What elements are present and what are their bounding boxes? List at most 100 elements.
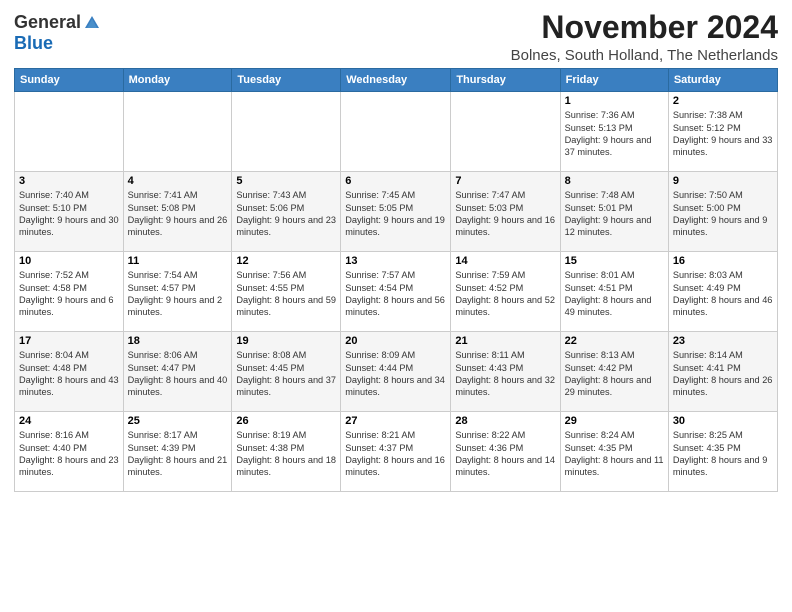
table-row: 26Sunrise: 8:19 AMSunset: 4:38 PMDayligh… — [232, 412, 341, 492]
calendar-week-row: 10 Sunrise: 7:52 AMSunset: 4:58 PMDayligh… — [15, 252, 778, 332]
logo-icon — [83, 14, 101, 32]
day-number: 12 — [236, 255, 336, 267]
day-number: 28 — [455, 415, 555, 427]
table-row: 24 Sunrise: 8:16 AMSunset: 4:40 PMDayligh… — [15, 412, 124, 492]
day-number: 20 — [345, 335, 446, 347]
table-row: 30 Sunrise: 8:25 AMSunset: 4:35 PMDayligh… — [668, 412, 777, 492]
day-number: 6 — [345, 175, 446, 187]
col-friday: Friday — [560, 69, 668, 92]
day-detail: Sunrise: 7:56 AMSunset: 4:55 PMDaylight:… — [236, 270, 336, 317]
day-detail: Sunrise: 8:08 AMSunset: 4:45 PMDaylight:… — [236, 350, 336, 397]
table-row: 15Sunrise: 8:01 AMSunset: 4:51 PMDayligh… — [560, 252, 668, 332]
day-number: 4 — [128, 175, 228, 187]
col-saturday: Saturday — [668, 69, 777, 92]
location-subtitle: Bolnes, South Holland, The Netherlands — [511, 47, 778, 64]
table-row: 4 Sunrise: 7:41 AMSunset: 5:08 PMDaylight… — [123, 172, 232, 252]
day-detail: Sunrise: 8:24 AMSunset: 4:35 PMDaylight:… — [565, 430, 664, 477]
table-row: 1Sunrise: 7:36 AMSunset: 5:13 PMDaylight… — [560, 92, 668, 172]
page: General Blue November 2024 Bolnes, South… — [0, 0, 792, 498]
day-number: 8 — [565, 175, 664, 187]
day-number: 5 — [236, 175, 336, 187]
title-block: November 2024 Bolnes, South Holland, The… — [511, 10, 778, 64]
table-row: 9Sunrise: 7:50 AMSunset: 5:00 PMDaylight… — [668, 172, 777, 252]
month-title: November 2024 — [511, 10, 778, 45]
table-row: 25 Sunrise: 8:17 AMSunset: 4:39 PMDayligh… — [123, 412, 232, 492]
day-number: 23 — [673, 335, 773, 347]
day-detail: Sunrise: 8:19 AMSunset: 4:38 PMDaylight:… — [236, 430, 336, 477]
day-detail: Sunrise: 7:48 AMSunset: 5:01 PMDaylight:… — [565, 190, 652, 237]
table-row: 14 Sunrise: 7:59 AMSunset: 4:52 PMDayligh… — [451, 252, 560, 332]
day-detail: Sunrise: 8:04 AMSunset: 4:48 PMDaylight:… — [19, 350, 119, 397]
day-detail: Sunrise: 8:03 AMSunset: 4:49 PMDaylight:… — [673, 270, 773, 317]
calendar-table: Sunday Monday Tuesday Wednesday Thursday… — [14, 68, 778, 492]
day-detail: Sunrise: 8:22 AMSunset: 4:36 PMDaylight:… — [455, 430, 555, 477]
day-number: 11 — [128, 255, 228, 267]
calendar-week-row: 24 Sunrise: 8:16 AMSunset: 4:40 PMDayligh… — [15, 412, 778, 492]
table-row: 17 Sunrise: 8:04 AMSunset: 4:48 PMDayligh… — [15, 332, 124, 412]
day-number: 3 — [19, 175, 119, 187]
table-row: 23 Sunrise: 8:14 AMSunset: 4:41 PMDayligh… — [668, 332, 777, 412]
day-number: 19 — [236, 335, 336, 347]
table-row: 6 Sunrise: 7:45 AMSunset: 5:05 PMDaylight… — [341, 172, 451, 252]
logo-general-text: General — [14, 12, 81, 33]
day-number: 30 — [673, 415, 773, 427]
table-row: 5 Sunrise: 7:43 AMSunset: 5:06 PMDaylight… — [232, 172, 341, 252]
day-number: 16 — [673, 255, 773, 267]
table-row: 16 Sunrise: 8:03 AMSunset: 4:49 PMDayligh… — [668, 252, 777, 332]
table-row: 8 Sunrise: 7:48 AMSunset: 5:01 PMDaylight… — [560, 172, 668, 252]
logo: General Blue — [14, 10, 101, 54]
table-row: 11 Sunrise: 7:54 AMSunset: 4:57 PMDayligh… — [123, 252, 232, 332]
table-row: 27Sunrise: 8:21 AMSunset: 4:37 PMDayligh… — [341, 412, 451, 492]
table-row — [451, 92, 560, 172]
day-detail: Sunrise: 8:16 AMSunset: 4:40 PMDaylight:… — [19, 430, 119, 477]
table-row — [15, 92, 124, 172]
day-detail: Sunrise: 7:43 AMSunset: 5:06 PMDaylight:… — [236, 190, 336, 237]
day-detail: Sunrise: 8:13 AMSunset: 4:42 PMDaylight:… — [565, 350, 652, 397]
day-detail: Sunrise: 7:57 AMSunset: 4:54 PMDaylight:… — [345, 270, 445, 317]
day-number: 25 — [128, 415, 228, 427]
table-row: 20 Sunrise: 8:09 AMSunset: 4:44 PMDayligh… — [341, 332, 451, 412]
table-row: 28 Sunrise: 8:22 AMSunset: 4:36 PMDayligh… — [451, 412, 560, 492]
day-detail: Sunrise: 7:59 AMSunset: 4:52 PMDaylight:… — [455, 270, 555, 317]
col-wednesday: Wednesday — [341, 69, 451, 92]
table-row: 22 Sunrise: 8:13 AMSunset: 4:42 PMDayligh… — [560, 332, 668, 412]
day-detail: Sunrise: 8:17 AMSunset: 4:39 PMDaylight:… — [128, 430, 228, 477]
table-row: 7Sunrise: 7:47 AMSunset: 5:03 PMDaylight… — [451, 172, 560, 252]
day-number: 29 — [565, 415, 664, 427]
day-detail: Sunrise: 8:11 AMSunset: 4:43 PMDaylight:… — [455, 350, 555, 397]
table-row — [123, 92, 232, 172]
day-number: 18 — [128, 335, 228, 347]
calendar-week-row: 3 Sunrise: 7:40 AMSunset: 5:10 PMDaylight… — [15, 172, 778, 252]
day-number: 24 — [19, 415, 119, 427]
day-detail: Sunrise: 8:09 AMSunset: 4:44 PMDaylight:… — [345, 350, 445, 397]
day-detail: Sunrise: 7:54 AMSunset: 4:57 PMDaylight:… — [128, 270, 223, 317]
day-number: 17 — [19, 335, 119, 347]
day-number: 10 — [19, 255, 119, 267]
day-detail: Sunrise: 7:40 AMSunset: 5:10 PMDaylight:… — [19, 190, 119, 237]
col-thursday: Thursday — [451, 69, 560, 92]
day-detail: Sunrise: 8:06 AMSunset: 4:47 PMDaylight:… — [128, 350, 228, 397]
calendar-week-row: 1Sunrise: 7:36 AMSunset: 5:13 PMDaylight… — [15, 92, 778, 172]
col-tuesday: Tuesday — [232, 69, 341, 92]
logo-blue-text: Blue — [14, 33, 53, 54]
table-row: 2Sunrise: 7:38 AMSunset: 5:12 PMDaylight… — [668, 92, 777, 172]
day-detail: Sunrise: 7:36 AMSunset: 5:13 PMDaylight:… — [565, 110, 652, 157]
day-detail: Sunrise: 7:47 AMSunset: 5:03 PMDaylight:… — [455, 190, 555, 237]
table-row: 10 Sunrise: 7:52 AMSunset: 4:58 PMDayligh… — [15, 252, 124, 332]
table-row: 29 Sunrise: 8:24 AMSunset: 4:35 PMDayligh… — [560, 412, 668, 492]
table-row: 18 Sunrise: 8:06 AMSunset: 4:47 PMDayligh… — [123, 332, 232, 412]
col-monday: Monday — [123, 69, 232, 92]
table-row: 19 Sunrise: 8:08 AMSunset: 4:45 PMDayligh… — [232, 332, 341, 412]
day-detail: Sunrise: 8:01 AMSunset: 4:51 PMDaylight:… — [565, 270, 652, 317]
day-detail: Sunrise: 7:52 AMSunset: 4:58 PMDaylight:… — [19, 270, 114, 317]
day-detail: Sunrise: 7:41 AMSunset: 5:08 PMDaylight:… — [128, 190, 228, 237]
calendar-header-row: Sunday Monday Tuesday Wednesday Thursday… — [15, 69, 778, 92]
day-number: 2 — [673, 95, 773, 107]
day-detail: Sunrise: 7:45 AMSunset: 5:05 PMDaylight:… — [345, 190, 445, 237]
day-detail: Sunrise: 8:25 AMSunset: 4:35 PMDaylight:… — [673, 430, 768, 477]
day-number: 9 — [673, 175, 773, 187]
day-number: 22 — [565, 335, 664, 347]
day-number: 14 — [455, 255, 555, 267]
day-detail: Sunrise: 8:14 AMSunset: 4:41 PMDaylight:… — [673, 350, 773, 397]
day-number: 13 — [345, 255, 446, 267]
